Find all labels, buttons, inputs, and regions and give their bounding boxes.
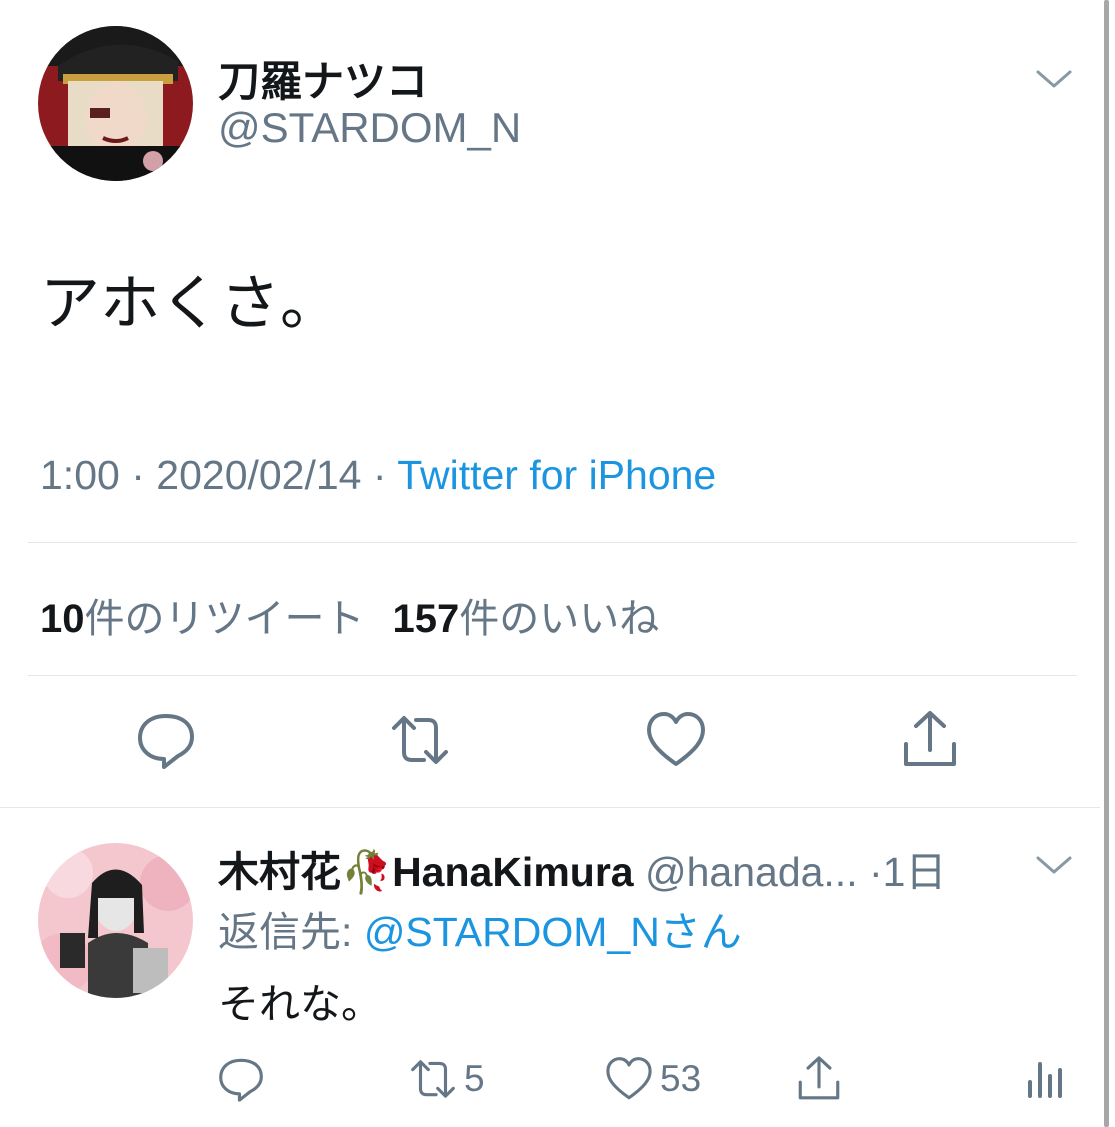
- retweet-icon: [411, 1060, 455, 1098]
- reply-name-en: HanaKimura: [392, 849, 634, 895]
- tweet-time: 1:00: [40, 452, 120, 498]
- retweet-stat[interactable]: 10件のリツイート: [40, 597, 365, 641]
- chevron-down-icon[interactable]: [1034, 854, 1074, 878]
- reply-icon: [219, 1058, 263, 1102]
- reply-like-count: 53: [660, 1058, 702, 1099]
- reply-analytics-button[interactable]: [1018, 1054, 1068, 1104]
- share-icon[interactable]: [898, 708, 962, 772]
- heart-icon: [606, 1057, 652, 1100]
- avatar[interactable]: [38, 843, 193, 998]
- divider: [28, 542, 1077, 543]
- display-name[interactable]: 刀羅ナツコ: [218, 48, 428, 109]
- tweet-meta: 1:00 · 2020/02/14 · Twitter for iPhone: [40, 452, 716, 499]
- divider: [28, 675, 1077, 676]
- tweet-stats: 10件のリツイート 157件のいいね: [40, 586, 659, 644]
- reply-header: 木村花🥀HanaKimura @hanada... ·1日: [218, 838, 946, 898]
- reply-name-jp: 木村花: [218, 849, 341, 895]
- reply-to-mention[interactable]: @STARDOM_Nさん: [364, 909, 742, 955]
- tweet-date: 2020/02/14: [156, 452, 362, 498]
- reply-time[interactable]: ·1日: [869, 849, 946, 895]
- like-stat[interactable]: 157件のいいね: [393, 597, 660, 641]
- reply-reply-button[interactable]: [216, 1054, 266, 1104]
- separator: ·: [372, 452, 387, 498]
- reply-retweet-count: 5: [464, 1058, 485, 1099]
- user-handle[interactable]: @STARDOM_N: [218, 104, 521, 152]
- retweet-icon[interactable]: [388, 708, 452, 772]
- reply-retweet-button[interactable]: 5: [408, 1054, 485, 1104]
- wilted-rose-emoji: 🥀: [341, 849, 393, 895]
- reply-share-button[interactable]: [794, 1054, 844, 1104]
- reply-icon[interactable]: [134, 708, 198, 772]
- retweet-label: 件のリツイート: [84, 597, 365, 641]
- tweet-text: アホくさ。: [40, 269, 340, 339]
- reply-to-label: 返信先:: [218, 909, 353, 955]
- scrollbar[interactable]: [1104, 0, 1109, 1127]
- reply-display-name[interactable]: 木村花🥀HanaKimura: [218, 849, 634, 895]
- retweet-count: 10: [40, 597, 85, 641]
- reply-to-line: 返信先: @STARDOM_Nさん: [218, 898, 742, 958]
- reply-handle[interactable]: @hanada...: [645, 849, 858, 895]
- reply-text: それな。: [218, 980, 382, 1028]
- share-icon: [798, 1056, 840, 1100]
- chevron-down-icon[interactable]: [1034, 68, 1074, 92]
- analytics-icon: [1028, 1062, 1062, 1098]
- separator: ·: [131, 452, 145, 498]
- tweet-source-link[interactable]: Twitter for iPhone: [397, 452, 716, 498]
- like-count: 157: [392, 597, 460, 641]
- avatar[interactable]: [38, 26, 193, 181]
- divider: [0, 807, 1100, 808]
- like-label: 件のいいね: [459, 597, 660, 641]
- heart-icon[interactable]: [644, 708, 708, 772]
- reply-like-button[interactable]: 53: [604, 1054, 701, 1104]
